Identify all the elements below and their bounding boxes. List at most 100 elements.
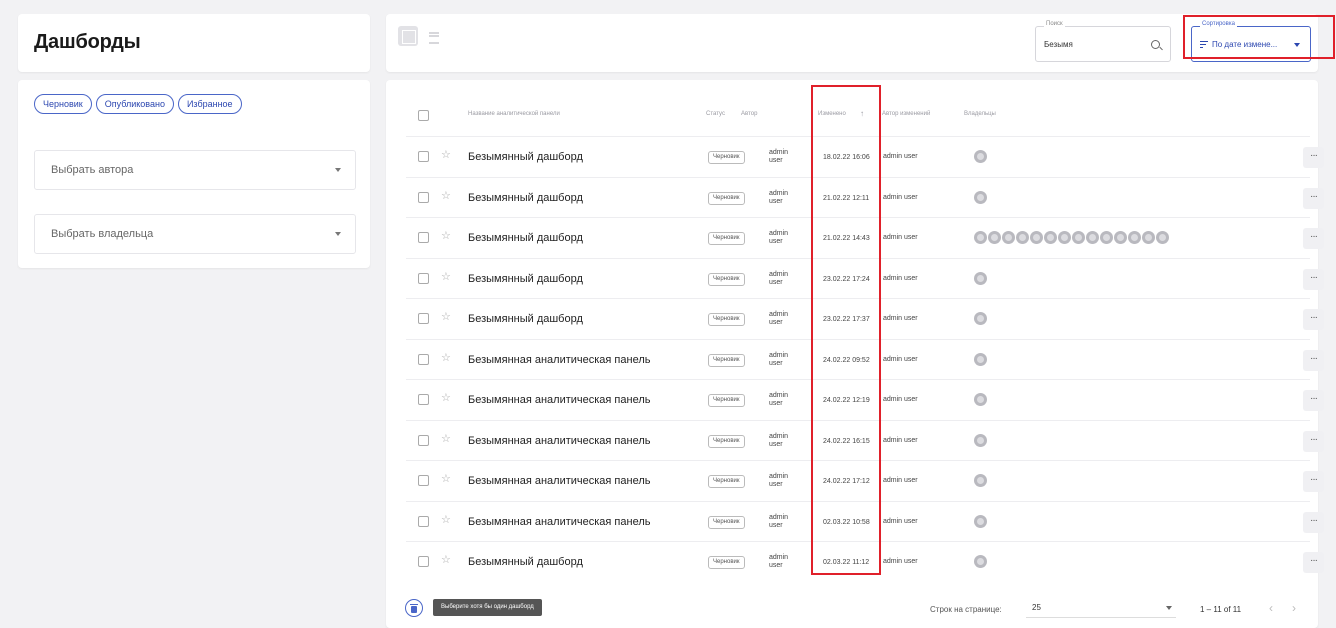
avatar-icon	[1156, 231, 1169, 244]
col-header-name[interactable]: Название аналитической панели	[468, 111, 560, 117]
more-actions-button[interactable]: ···	[1303, 390, 1324, 411]
star-icon[interactable]: ☆	[441, 231, 451, 242]
author-name: admin user	[769, 230, 789, 245]
avatar-icon	[974, 514, 987, 528]
chevron-down-icon	[1166, 606, 1172, 610]
status-badge: Черновик	[708, 394, 745, 407]
row-checkbox[interactable]	[418, 434, 429, 446]
row-checkbox[interactable]	[418, 272, 429, 284]
star-icon[interactable]: ☆	[441, 312, 451, 323]
row-checkbox[interactable]	[418, 151, 429, 162]
dashboard-name[interactable]: Безымянная аналитическая панель	[468, 516, 650, 528]
avatar-icon	[1030, 231, 1043, 244]
search-input[interactable]: Безымя	[1044, 40, 1073, 49]
avatar-icon	[1072, 231, 1085, 244]
row-checkbox[interactable]	[418, 394, 429, 405]
avatar-icon	[974, 312, 987, 325]
more-actions-button[interactable]: ···	[1303, 552, 1324, 573]
star-icon[interactable]: ☆	[441, 555, 451, 566]
modified-by: admin user	[883, 153, 918, 160]
chip-favorites[interactable]: Избранное	[177, 94, 242, 114]
dashboard-name[interactable]: Безымянная аналитическая панель	[468, 394, 650, 406]
chevron-down-icon	[335, 168, 341, 172]
col-header-owners[interactable]: Владельцы	[964, 111, 996, 117]
dashboard-name[interactable]: Безымянная аналитическая панель	[468, 354, 650, 366]
star-icon[interactable]: ☆	[441, 474, 451, 485]
avatar-icon	[974, 190, 987, 204]
grid-view-icon[interactable]	[398, 26, 418, 46]
select-all-checkbox[interactable]	[418, 110, 429, 121]
author-name: admin user	[769, 432, 789, 448]
star-icon[interactable]: ☆	[441, 514, 451, 526]
col-header-author[interactable]: Автор	[741, 111, 757, 117]
status-badge: Черновик	[708, 191, 745, 205]
list-view-icon[interactable]	[424, 26, 444, 46]
row-checkbox[interactable]	[418, 353, 429, 365]
status-badge: Черновик	[708, 232, 745, 245]
author-name: admin user	[769, 189, 789, 205]
col-header-modified-by[interactable]: Автор изменений	[882, 111, 930, 117]
dashboard-name[interactable]: Безымянный дашборд	[468, 192, 583, 204]
status-badge: Черновик	[708, 272, 745, 286]
status-chips: Черновик Опубликовано Избранное	[34, 94, 242, 114]
avatar-icon	[974, 150, 987, 163]
rows-per-page-value: 25	[1032, 603, 1041, 612]
search-icon[interactable]	[1151, 40, 1160, 49]
author-select[interactable]: Выбрать автора	[34, 150, 356, 190]
dashboard-name[interactable]: Безымянная аналитическая панель	[468, 435, 650, 447]
star-icon[interactable]: ☆	[441, 150, 451, 161]
more-actions-button[interactable]: ···	[1303, 430, 1324, 452]
chevron-right-icon[interactable]: ›	[1292, 601, 1296, 615]
status-badge: Черновик	[708, 353, 745, 367]
avatar-icon	[974, 352, 987, 366]
chip-published[interactable]: Опубликовано	[95, 94, 174, 114]
dashboard-name[interactable]: Безымянный дашборд	[468, 232, 583, 244]
star-icon[interactable]: ☆	[441, 393, 451, 404]
rows-per-page-select[interactable]: 25	[1026, 596, 1176, 618]
avatar-icon	[974, 433, 987, 447]
avatar-icon	[974, 393, 987, 406]
pagination-range: 1 – 11 of 11	[1200, 605, 1242, 614]
more-actions-button[interactable]: ···	[1303, 147, 1324, 168]
col-header-status[interactable]: Статус	[706, 111, 725, 117]
author-name: admin user	[769, 149, 789, 164]
author-name: admin user	[769, 513, 789, 529]
more-actions-button[interactable]: ···	[1303, 309, 1324, 330]
star-icon[interactable]: ☆	[441, 190, 451, 202]
row-checkbox[interactable]	[418, 556, 429, 567]
more-actions-button[interactable]: ···	[1303, 187, 1324, 209]
more-actions-button[interactable]: ···	[1303, 471, 1324, 492]
dashboard-name[interactable]: Безымянный дашборд	[468, 556, 583, 568]
dashboard-name[interactable]: Безымянная аналитическая панель	[468, 475, 650, 487]
trash-icon[interactable]	[405, 599, 423, 617]
modified-by: admin user	[883, 234, 918, 241]
more-actions-button[interactable]: ···	[1303, 268, 1324, 290]
row-checkbox[interactable]	[418, 515, 429, 527]
more-actions-button[interactable]: ···	[1303, 228, 1324, 249]
dashboard-name[interactable]: Безымянный дашборд	[468, 151, 583, 163]
chip-draft[interactable]: Черновик	[34, 94, 92, 114]
row-checkbox[interactable]	[418, 475, 429, 486]
status-badge: Черновик	[708, 556, 745, 569]
author-select-label: Выбрать автора	[51, 164, 134, 176]
more-actions-button[interactable]: ···	[1303, 349, 1324, 371]
row-checkbox[interactable]	[418, 191, 429, 203]
row-checkbox[interactable]	[418, 313, 429, 324]
avatar-icon	[1002, 231, 1015, 244]
chevron-left-icon[interactable]: ‹	[1269, 601, 1273, 615]
avatar-icon	[1128, 231, 1141, 244]
star-icon[interactable]: ☆	[441, 271, 451, 283]
more-actions-button[interactable]: ···	[1303, 511, 1324, 533]
dashboard-name[interactable]: Безымянный дашборд	[468, 313, 583, 325]
star-icon[interactable]: ☆	[441, 433, 451, 445]
search-field[interactable]: Поиск Безымя	[1035, 21, 1171, 62]
dashboard-name[interactable]: Безымянный дашборд	[468, 273, 583, 285]
row-checkbox[interactable]	[418, 232, 429, 243]
star-icon[interactable]: ☆	[441, 352, 451, 364]
modified-by: admin user	[883, 315, 918, 322]
owner-select[interactable]: Выбрать владельца	[34, 214, 356, 254]
status-badge: Черновик	[708, 151, 745, 164]
avatar-icon	[974, 231, 987, 244]
modified-by: admin user	[883, 396, 918, 403]
modified-column-highlight-frame	[811, 85, 881, 575]
